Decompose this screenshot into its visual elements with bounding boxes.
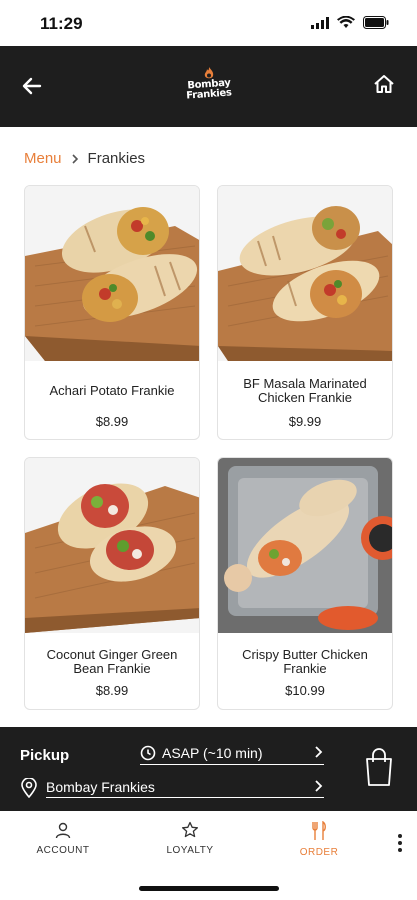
app-header: Bombay Frankies xyxy=(0,46,417,127)
product-image xyxy=(218,186,392,361)
product-card[interactable]: Coconut Ginger Green Bean Frankie $8.99 xyxy=(24,457,200,710)
product-image xyxy=(25,458,199,633)
home-icon[interactable] xyxy=(373,73,395,95)
clock-icon xyxy=(140,745,156,760)
product-card[interactable]: Achari Potato Frankie $8.99 xyxy=(24,185,200,440)
product-image xyxy=(218,458,392,633)
breadcrumb-menu-link[interactable]: Menu xyxy=(24,150,62,167)
signal-icon xyxy=(311,16,329,29)
product-card[interactable]: Crispy Butter Chicken Frankie $10.99 xyxy=(217,457,393,710)
tab-order[interactable]: ORDER xyxy=(274,821,364,858)
pickup-time: ASAP (~10 min) xyxy=(162,744,263,761)
pickup-bar: Pickup ASAP (~10 min) Bombay Frankies xyxy=(0,727,417,811)
product-name: BF Masala Marinated Chicken Frankie xyxy=(243,376,367,405)
brand-name-line2: Frankies xyxy=(185,87,232,102)
shopping-bag-icon[interactable] xyxy=(363,747,395,787)
chevron-right-icon xyxy=(315,746,323,758)
pickup-time-selector[interactable]: ASAP (~10 min) xyxy=(140,741,324,765)
pickup-location-selector[interactable]: Bombay Frankies xyxy=(20,775,324,801)
more-vertical-icon[interactable] xyxy=(397,833,403,853)
product-card[interactable]: BF Masala Marinated Chicken Frankie $9.9… xyxy=(217,185,393,440)
product-image xyxy=(25,186,199,361)
tab-loyalty[interactable]: LOYALTY xyxy=(145,821,235,856)
status-icons xyxy=(311,16,389,29)
status-bar: 11:29 xyxy=(0,0,417,46)
brand-logo[interactable]: Bombay Frankies xyxy=(181,66,237,112)
product-name: Coconut Ginger Green Bean Frankie xyxy=(46,647,178,676)
star-icon xyxy=(181,821,199,838)
battery-icon xyxy=(363,16,389,29)
back-arrow-icon[interactable] xyxy=(20,74,44,98)
breadcrumb-current: Frankies xyxy=(87,150,146,167)
chevron-right-icon xyxy=(71,153,78,164)
product-price: $8.99 xyxy=(95,414,129,429)
user-icon xyxy=(55,822,71,839)
bottom-tab-bar: ACCOUNT LOYALTY ORDER xyxy=(0,811,417,871)
home-indicator xyxy=(138,886,279,891)
wifi-icon xyxy=(337,16,355,28)
tab-label: ACCOUNT xyxy=(36,845,90,856)
product-price: $10.99 xyxy=(285,683,325,698)
tab-label: ORDER xyxy=(299,847,339,858)
chevron-right-icon xyxy=(315,780,323,792)
location-pin-icon xyxy=(21,778,37,798)
product-name: Crispy Butter Chicken Frankie xyxy=(242,647,368,676)
tab-account[interactable]: ACCOUNT xyxy=(18,821,108,856)
tab-label: LOYALTY xyxy=(166,845,214,856)
product-name: Achari Potato Frankie xyxy=(49,383,175,398)
pickup-label: Pickup xyxy=(20,747,70,764)
pickup-location: Bombay Frankies xyxy=(46,779,324,798)
breadcrumb: Menu Frankies xyxy=(24,150,145,167)
status-time: 11:29 xyxy=(40,14,83,33)
product-price: $8.99 xyxy=(95,683,129,698)
fork-knife-icon xyxy=(312,821,326,840)
product-price: $9.99 xyxy=(288,414,322,429)
